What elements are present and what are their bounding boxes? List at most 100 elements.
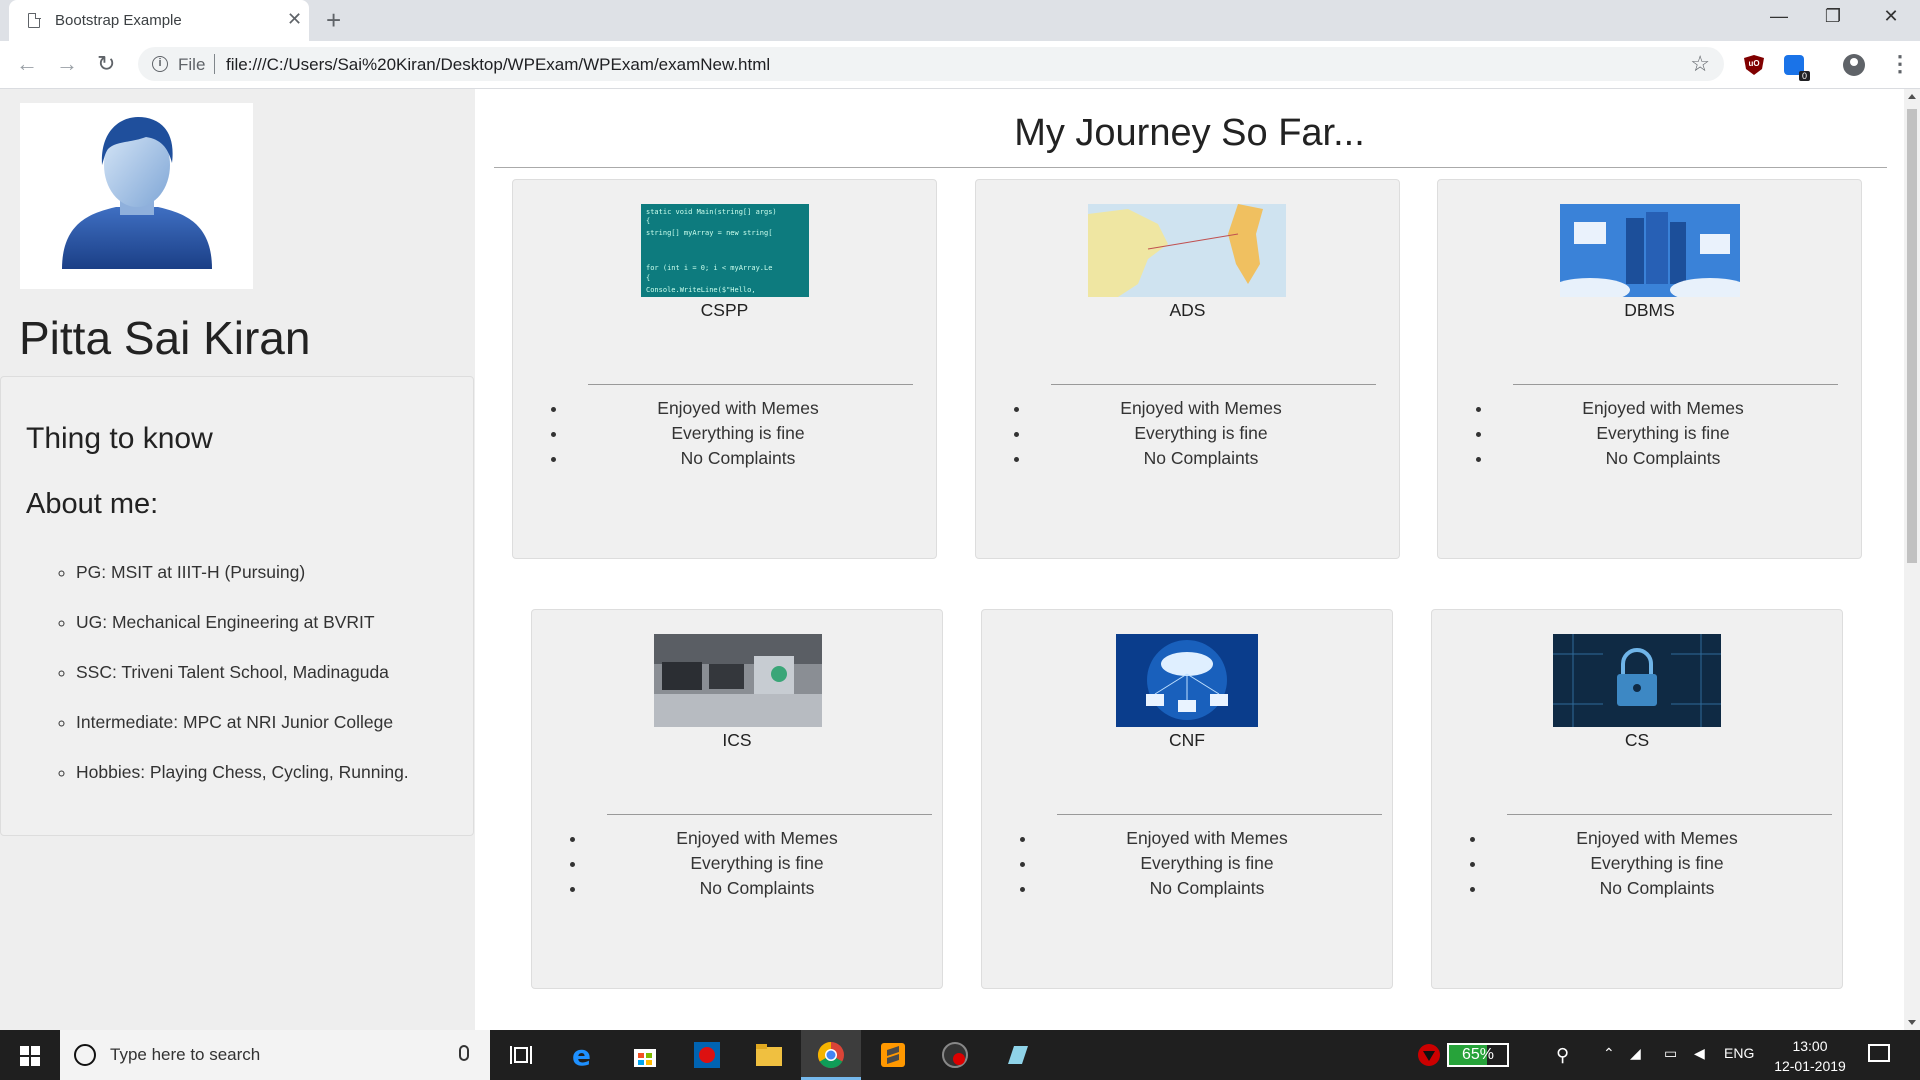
card-title: DBMS (1624, 300, 1675, 320)
windows-start-icon[interactable] (20, 1046, 40, 1066)
map-image (1088, 204, 1286, 297)
list-item: Everything is fine (1487, 851, 1827, 876)
bookmark-star-icon[interactable]: ☆ (1690, 51, 1710, 77)
clock-time: 13:00 (1792, 1038, 1828, 1054)
about-card: Thing to know About me: PG: MSIT at IIIT… (0, 376, 474, 836)
card-bullets: Enjoyed with Memes Everything is fine No… (587, 826, 927, 901)
taskbar: Type here to search e 65% ⚲ ⌃ ◢ ▭ ◀ ENG … (0, 1030, 1920, 1080)
security-tray-icon[interactable] (1414, 1040, 1444, 1070)
minimize-button[interactable]: — (1759, 6, 1799, 27)
edge-icon[interactable]: e (568, 1040, 598, 1070)
card-divider (1057, 814, 1382, 815)
extension-badge: 0 (1798, 71, 1810, 81)
card-bullets: Enjoyed with Memes Everything is fine No… (568, 396, 908, 471)
network-icon[interactable]: ◢ (1630, 1045, 1641, 1062)
menu-icon[interactable]: ⋮ (1889, 51, 1911, 77)
url-separator (214, 54, 215, 74)
course-card-ads: ADS Enjoyed with Memes Everything is fin… (975, 179, 1400, 559)
code-line: static void Main(string[] args) (646, 208, 777, 216)
card-bullets: Enjoyed with Memes Everything is fine No… (1493, 396, 1833, 471)
security-lock-image (1553, 634, 1721, 727)
page-icon (28, 12, 41, 28)
chrome-icon[interactable] (816, 1040, 846, 1070)
card-title: ADS (1169, 300, 1206, 320)
code-line: Console.WriteLine($"Hello, (646, 286, 756, 294)
course-card-ics: ICS Enjoyed with Memes Everything is fin… (531, 609, 943, 989)
chevron-up-icon[interactable]: ⌃ (1603, 1045, 1615, 1062)
profile-icon[interactable] (1843, 54, 1865, 76)
browser-tab[interactable]: Bootstrap Example ✕ (9, 0, 309, 41)
course-card-cs: CS Enjoyed with Memes Everything is fine… (1431, 609, 1843, 989)
user-avatar-icon (62, 117, 212, 269)
battery-percent: 65% (1461, 1046, 1495, 1063)
back-button[interactable]: ← (16, 51, 38, 77)
database-image (1560, 204, 1740, 297)
ublock-extension-icon[interactable]: uO (1744, 55, 1764, 75)
course-card-cnf: CNF Enjoyed with Memes Everything is fin… (981, 609, 1393, 989)
scrollbar-thumb[interactable] (1907, 109, 1917, 563)
course-card-cspp: static void Main(string[] args) { string… (512, 179, 937, 559)
list-item: Hobbies: Playing Chess, Cycling, Running… (76, 762, 409, 812)
url-text[interactable]: file:///C:/Users/Sai%20Kiran/Desktop/WPE… (226, 55, 770, 75)
volume-icon[interactable]: ◀ (1694, 1045, 1705, 1062)
page-viewport: Pitta Sai Kiran Thing to know About me: … (0, 89, 1904, 1030)
tab-strip: Bootstrap Example ✕ + — ❐ ✕ (0, 0, 1920, 41)
card-bullets: Enjoyed with Memes Everything is fine No… (1031, 396, 1371, 471)
list-item: SSC: Triveni Talent School, Madinaguda (76, 662, 409, 712)
taskbar-search[interactable]: Type here to search (60, 1030, 490, 1080)
list-item: No Complaints (568, 446, 908, 471)
code-line: for (int i = 0; i < myArray.Le (646, 264, 772, 272)
close-window-button[interactable]: ✕ (1871, 6, 1911, 27)
battery-icon[interactable]: ▭ (1664, 1045, 1677, 1062)
microphone-icon[interactable] (459, 1045, 469, 1061)
code-line: string[] myArray = new string[ (646, 229, 772, 237)
card-divider (1051, 384, 1376, 385)
list-item: No Complaints (1031, 446, 1371, 471)
list-item: PG: MSIT at IIIT-H (Pursuing) (76, 562, 409, 612)
list-item: Everything is fine (568, 421, 908, 446)
scroll-down-icon[interactable] (1908, 1020, 1916, 1025)
file-explorer-icon[interactable] (754, 1040, 784, 1070)
battery-indicator[interactable]: 65% (1447, 1043, 1509, 1067)
tab-title: Bootstrap Example (55, 12, 182, 29)
card-title: CSPP (700, 300, 749, 320)
scroll-up-icon[interactable] (1908, 94, 1916, 99)
recorder-icon[interactable] (940, 1040, 970, 1070)
vertical-scrollbar[interactable] (1904, 89, 1920, 1030)
extension-icon[interactable]: 0 (1784, 55, 1810, 81)
about-list: PG: MSIT at IIIT-H (Pursuing) UG: Mechan… (76, 562, 409, 812)
search-placeholder: Type here to search (110, 1045, 261, 1064)
list-item: Everything is fine (587, 851, 927, 876)
cortana-icon[interactable] (74, 1044, 96, 1066)
card-title: CNF (1169, 730, 1205, 750)
card-divider (588, 384, 913, 385)
list-item: Everything is fine (1493, 421, 1833, 446)
new-tab-button[interactable]: + (326, 5, 341, 36)
people-icon[interactable]: ⚲ (1556, 1045, 1569, 1066)
reload-button[interactable]: ↻ (97, 51, 115, 77)
list-item: Everything is fine (1037, 851, 1377, 876)
list-item: Intermediate: MPC at NRI Junior College (76, 712, 409, 762)
notes-app-icon[interactable] (1002, 1040, 1032, 1070)
maximize-button[interactable]: ❐ (1813, 6, 1853, 27)
title-divider (494, 167, 1887, 168)
list-item: Enjoyed with Memes (1037, 826, 1377, 851)
sublime-text-icon[interactable] (878, 1040, 908, 1070)
card-divider (607, 814, 932, 815)
forward-button[interactable]: → (56, 51, 78, 77)
course-card-dbms: DBMS Enjoyed with Memes Everything is fi… (1437, 179, 1862, 559)
info-icon[interactable]: i (152, 56, 168, 72)
language-indicator[interactable]: ENG (1724, 1045, 1754, 1061)
browser-toolbar: ← → ↻ i File file:///C:/Users/Sai%20Kira… (0, 41, 1920, 89)
store-icon[interactable] (630, 1040, 660, 1070)
clock[interactable]: 13:00 12-01-2019 (1760, 1036, 1860, 1076)
address-bar[interactable]: i File file:///C:/Users/Sai%20Kiran/Desk… (138, 47, 1724, 81)
url-scheme: File (178, 55, 206, 74)
notification-icon[interactable] (1868, 1044, 1890, 1062)
list-item: No Complaints (587, 876, 927, 901)
card-divider (1513, 384, 1838, 385)
tab-close-icon[interactable]: ✕ (287, 9, 302, 30)
task-view-icon[interactable] (506, 1040, 536, 1070)
app-icon[interactable] (692, 1040, 722, 1070)
card-divider (1507, 814, 1832, 815)
